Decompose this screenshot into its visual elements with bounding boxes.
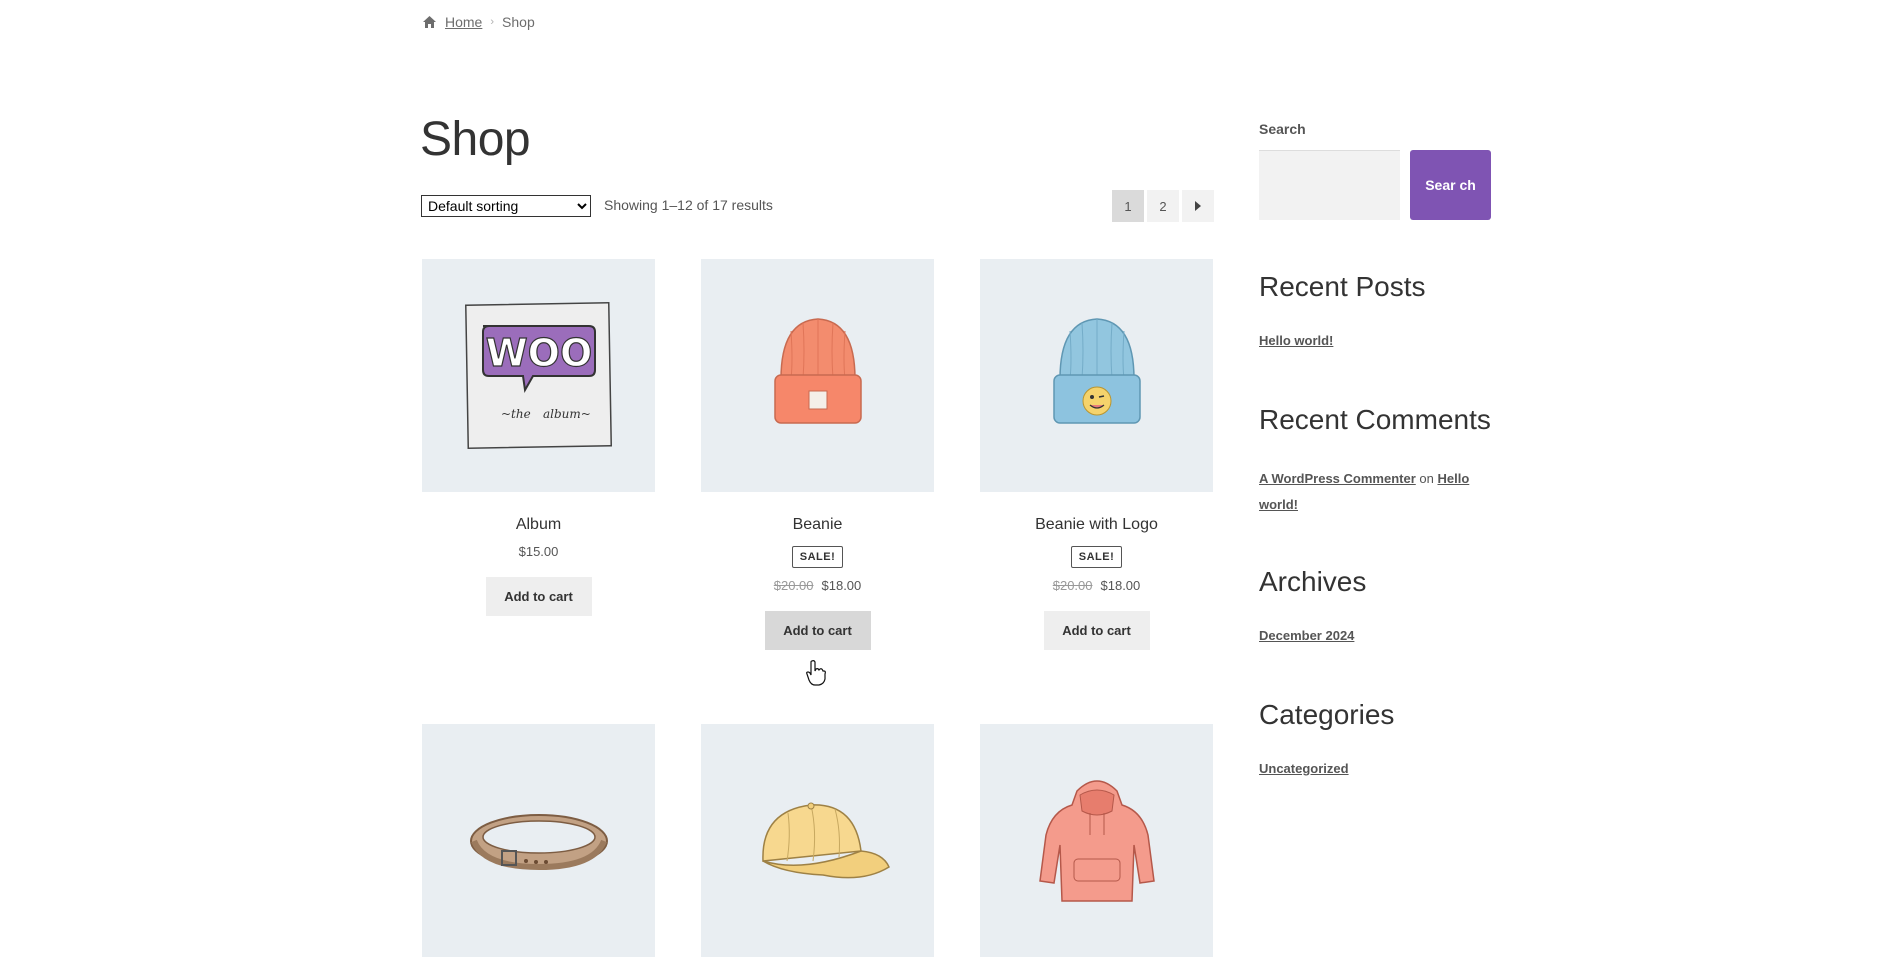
svg-text:~the: ~the: [501, 407, 531, 421]
product-card: [422, 724, 655, 957]
page-title: Shop: [420, 113, 531, 166]
current-price: $15.00: [518, 544, 559, 559]
hand-cursor-icon: [806, 660, 826, 691]
comment-author-link[interactable]: A WordPress Commenter: [1259, 471, 1416, 486]
next-page-button[interactable]: [1182, 190, 1214, 222]
add-to-cart-button[interactable]: Add to cart: [764, 611, 871, 650]
product-card: WOO ~the album~ Album $15.00 Add to cart: [422, 259, 655, 616]
archive-link[interactable]: December 2024: [1259, 628, 1354, 643]
product-card: [701, 724, 934, 957]
archives-title: Archives: [1259, 566, 1367, 597]
svg-text:WOO: WOO: [486, 331, 593, 375]
category-item: Uncategorized: [1259, 761, 1349, 776]
recent-comments-title: Recent Comments: [1259, 404, 1491, 435]
product-image-beanie-with-logo[interactable]: [980, 259, 1213, 492]
current-price: $18.00: [1100, 578, 1141, 593]
product-image-cap[interactable]: [701, 724, 934, 957]
search-input[interactable]: [1259, 150, 1400, 220]
product-price: $15.00: [422, 544, 655, 559]
search-button[interactable]: Sear ch: [1410, 150, 1491, 220]
old-price: $20.00: [773, 578, 814, 593]
product-card: Beanie with Logo SALE! $20.00 $18.00 Add …: [980, 259, 1213, 650]
breadcrumb-current: Shop: [502, 14, 535, 30]
add-to-cart-button[interactable]: Add to cart: [485, 577, 592, 616]
page-2[interactable]: 2: [1147, 190, 1179, 222]
sorting-select[interactable]: Default sorting: [421, 195, 591, 217]
product-name[interactable]: Beanie with Logo: [980, 516, 1213, 534]
product-name[interactable]: Beanie: [701, 516, 934, 534]
breadcrumb: Home › Shop: [422, 14, 535, 30]
arrow-right-icon: [1195, 201, 1201, 211]
add-to-cart-button[interactable]: Add to cart: [1043, 611, 1150, 650]
pagination: 1 2: [1112, 190, 1214, 222]
old-price: $20.00: [1052, 578, 1093, 593]
chevron-right-icon: ›: [490, 16, 495, 28]
product-image-album[interactable]: WOO ~the album~: [422, 259, 655, 492]
result-count: Showing 1–12 of 17 results: [604, 197, 773, 213]
recent-comment-item: A WordPress Commenter on Hello world!: [1259, 466, 1491, 518]
svg-text:album~: album~: [543, 407, 591, 421]
product-card: Beanie SALE! $20.00 $18.00 Add to cart: [701, 259, 934, 650]
archive-item: December 2024: [1259, 628, 1354, 643]
page-1[interactable]: 1: [1112, 190, 1144, 222]
comment-post-link[interactable]: Hello: [1437, 471, 1469, 486]
current-price: $18.00: [821, 578, 862, 593]
sale-badge: SALE!: [791, 546, 844, 568]
comment-on-text: on: [1419, 471, 1434, 486]
product-image-belt[interactable]: [422, 724, 655, 957]
recent-posts-title: Recent Posts: [1259, 271, 1426, 302]
product-name[interactable]: Album: [422, 516, 655, 534]
comment-post-link-line2[interactable]: world!: [1259, 497, 1298, 512]
sale-badge: SALE!: [1070, 546, 1123, 568]
recent-post-link[interactable]: Hello world!: [1259, 333, 1333, 348]
breadcrumb-home-link[interactable]: Home: [445, 14, 482, 30]
search-label: Search: [1259, 121, 1306, 137]
category-link[interactable]: Uncategorized: [1259, 761, 1349, 776]
recent-post-item: Hello world!: [1259, 333, 1333, 348]
categories-title: Categories: [1259, 699, 1395, 730]
product-price: $20.00 $18.00: [701, 578, 934, 593]
product-image-beanie[interactable]: [701, 259, 934, 492]
home-icon: [422, 15, 437, 29]
product-image-hoodie[interactable]: [980, 724, 1213, 957]
product-price: $20.00 $18.00: [980, 578, 1213, 593]
product-card: [980, 724, 1213, 957]
